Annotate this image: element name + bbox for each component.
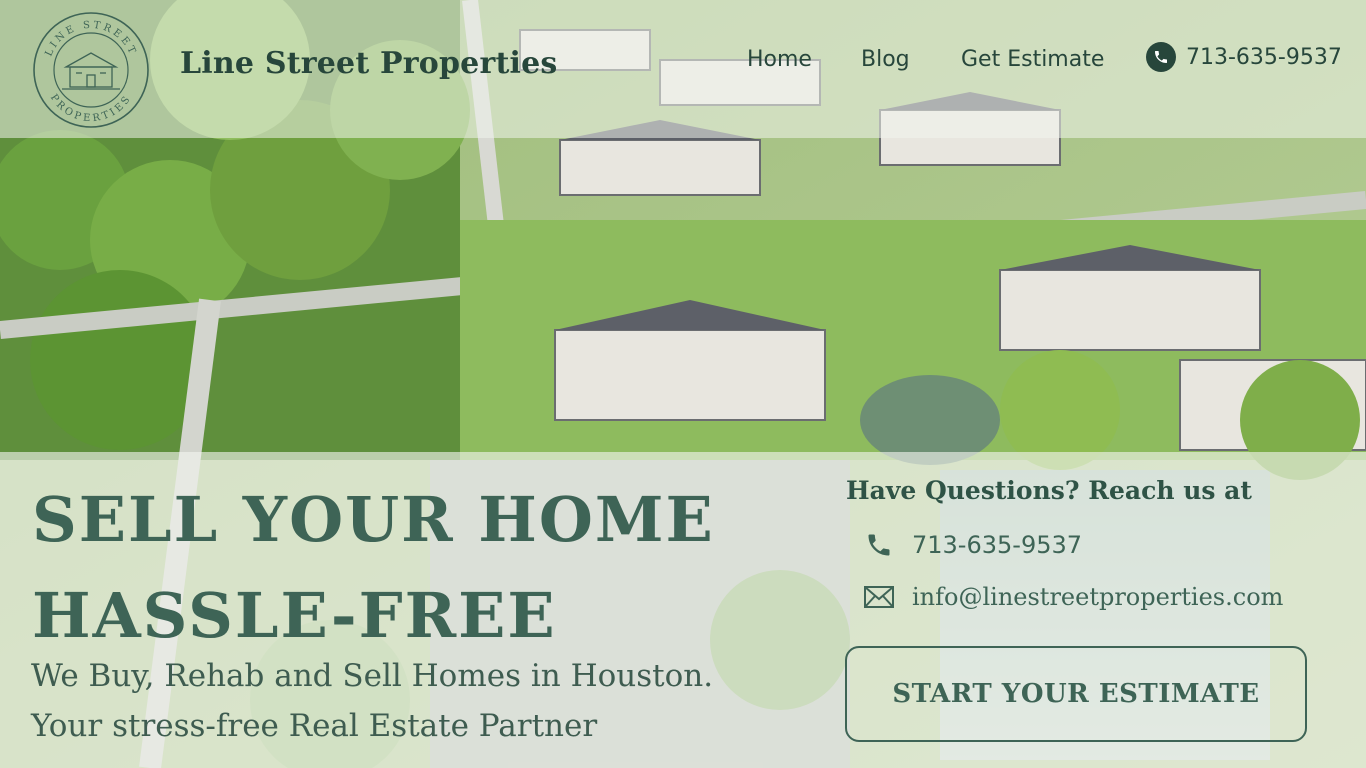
envelope-icon bbox=[864, 582, 894, 612]
brand-logo[interactable]: LINE STREET PROPERTIES bbox=[32, 11, 150, 129]
start-estimate-button[interactable]: START YOUR ESTIMATE bbox=[845, 646, 1307, 742]
house-icon bbox=[62, 52, 120, 90]
hero-headline-line2: HASSLE-FREE bbox=[32, 579, 557, 652]
contact-email-link[interactable]: info@linestreetproperties.com bbox=[864, 582, 1283, 612]
phone-icon bbox=[864, 530, 894, 560]
site-header: LINE STREET PROPERTIES Line Street Prope… bbox=[0, 0, 1366, 138]
contact-phone-link[interactable]: 713-635-9537 bbox=[864, 530, 1082, 560]
svg-text:PROPERTIES: PROPERTIES bbox=[48, 93, 134, 125]
nav-get-estimate-link[interactable]: Get Estimate bbox=[961, 47, 1104, 72]
brand-name[interactable]: Line Street Properties bbox=[180, 46, 558, 81]
hero-tagline-line1: We Buy, Rehab and Sell Homes in Houston. bbox=[31, 658, 714, 694]
logo-ring-bottom-text: PROPERTIES bbox=[48, 93, 131, 125]
nav-blog-link[interactable]: Blog bbox=[861, 47, 910, 72]
contact-heading: Have Questions? Reach us at bbox=[846, 476, 1252, 505]
nav-home-link[interactable]: Home bbox=[747, 47, 812, 72]
contact-email-address: info@linestreetproperties.com bbox=[912, 583, 1284, 611]
header-phone-link[interactable]: 713-635-9537 bbox=[1146, 42, 1342, 72]
contact-phone-number: 713-635-9537 bbox=[912, 531, 1083, 559]
phone-icon bbox=[1146, 42, 1176, 72]
hero-tagline-line2: Your stress-free Real Estate Partner bbox=[31, 708, 598, 744]
hero-headline-line1: SELL YOUR HOME bbox=[32, 483, 715, 556]
header-phone-number: 713-635-9537 bbox=[1186, 44, 1342, 70]
hero-headline: SELL YOUR HOME HASSLE-FREE bbox=[32, 472, 812, 664]
